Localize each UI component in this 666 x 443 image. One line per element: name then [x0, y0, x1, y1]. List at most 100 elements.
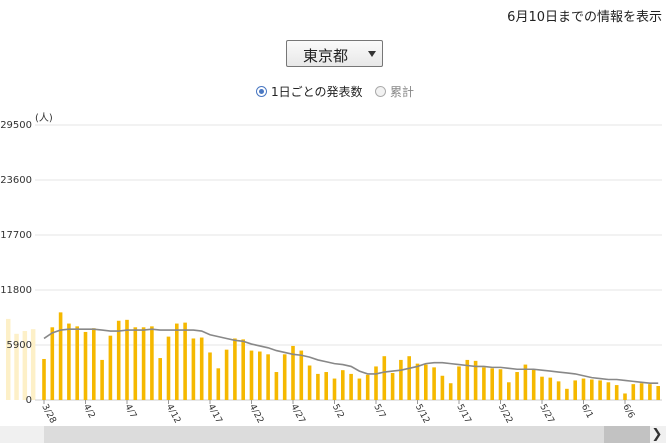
bar[interactable]: [158, 358, 162, 400]
x-tick-label: 4/17: [205, 403, 223, 426]
bar[interactable]: [183, 322, 187, 400]
bar[interactable]: [233, 338, 237, 400]
bar[interactable]: [357, 378, 362, 400]
x-tick-label: 5/22: [496, 403, 514, 426]
bar[interactable]: [531, 369, 536, 400]
x-tick-label: 4/22: [247, 403, 265, 426]
bar[interactable]: [448, 383, 453, 400]
bar[interactable]: [341, 370, 345, 400]
bar[interactable]: [67, 323, 71, 400]
bar[interactable]: [324, 372, 328, 400]
bar[interactable]: [274, 372, 279, 400]
bar[interactable]: [42, 358, 46, 400]
x-tick-label: 4/2: [81, 403, 97, 420]
x-tick-label: 4/12: [164, 403, 182, 426]
bar[interactable]: [556, 381, 561, 400]
bar[interactable]: [581, 378, 586, 400]
bar[interactable]: [282, 354, 287, 400]
bar[interactable]: [432, 367, 436, 400]
scroll-right-arrow-icon[interactable]: ❯: [650, 426, 664, 443]
bar[interactable]: [573, 380, 577, 400]
bar[interactable]: [133, 327, 138, 400]
x-tick-label: 6/1: [579, 403, 595, 420]
bar[interactable]: [83, 331, 88, 400]
y-tick-label: 29500: [0, 120, 32, 131]
bar[interactable]: [631, 384, 636, 400]
bar[interactable]: [175, 323, 179, 400]
bar[interactable]: [424, 364, 428, 400]
bar[interactable]: [299, 350, 304, 400]
bar[interactable]: [507, 382, 511, 400]
bar[interactable]: [58, 312, 63, 400]
faded-bars-layer: [6, 318, 36, 400]
bar[interactable]: [457, 366, 461, 400]
x-tick-label: 4/7: [122, 403, 138, 420]
bar[interactable]: [490, 368, 494, 400]
x-tick-label: 4/27: [288, 403, 306, 426]
bar[interactable]: [365, 374, 370, 400]
x-tick-label: 6/6: [620, 403, 636, 421]
x-tick-label: 5/27: [537, 403, 555, 426]
y-tick-label: 5900: [7, 340, 32, 351]
bar[interactable]: [540, 376, 544, 400]
bar[interactable]: [407, 356, 411, 400]
bar[interactable]: [108, 335, 113, 400]
bar[interactable]: [332, 378, 337, 400]
bar[interactable]: [515, 372, 519, 400]
bar[interactable]: [656, 386, 660, 400]
bar[interactable]: [648, 384, 652, 400]
bar[interactable]: [390, 372, 395, 400]
bar[interactable]: [440, 375, 445, 400]
gridlines-layer: [35, 124, 662, 401]
bar[interactable]: [191, 338, 196, 400]
bar[interactable]: [258, 351, 262, 400]
scrollbar-track[interactable]: [44, 426, 604, 443]
bar[interactable]: [141, 327, 146, 400]
bar[interactable]: [92, 328, 96, 400]
scrollbar-thumb[interactable]: [604, 426, 650, 443]
y-tick-label: 23600: [0, 175, 32, 186]
x-tick-label: 5/17: [454, 403, 472, 426]
bar[interactable]: [116, 320, 121, 400]
bar[interactable]: [548, 377, 553, 400]
bar[interactable]: [614, 385, 619, 400]
bar[interactable]: [307, 365, 312, 400]
bar[interactable]: [415, 363, 420, 400]
faded-bar: [6, 318, 11, 400]
bar[interactable]: [166, 336, 171, 400]
bar[interactable]: [598, 380, 602, 400]
bar[interactable]: [606, 382, 611, 400]
bar[interactable]: [565, 388, 569, 400]
bar[interactable]: [316, 373, 320, 400]
bar[interactable]: [199, 337, 204, 400]
x-tick-label: 5/2: [330, 403, 346, 420]
x-axis-ticks-layer: 3/28 4/2 4/7 4/12 4/17 4/22 4/27 5/2 5/7 5/12 5/17…: [39, 400, 636, 425]
bar[interactable]: [100, 359, 104, 400]
bar[interactable]: [216, 368, 221, 400]
bar[interactable]: [374, 366, 378, 400]
bar[interactable]: [639, 383, 644, 400]
bar[interactable]: [75, 326, 79, 400]
bar[interactable]: [208, 352, 212, 400]
bar[interactable]: [382, 356, 387, 400]
bar[interactable]: [623, 393, 627, 400]
bar[interactable]: [249, 350, 254, 400]
bar[interactable]: [125, 319, 129, 400]
bar[interactable]: [482, 367, 486, 400]
bar[interactable]: [498, 369, 503, 400]
bar[interactable]: [590, 379, 594, 400]
bar[interactable]: [266, 354, 270, 400]
x-tick-label: 5/12: [413, 403, 431, 426]
bar[interactable]: [224, 349, 229, 400]
y-tick-label: 0: [26, 395, 32, 406]
daily-cases-chart: 0 5900 11800 17700 23600 29500 3/28 4/2 4/7 4/12…: [0, 112, 662, 425]
y-unit-label: (人): [35, 112, 53, 124]
y-tick-label: 11800: [0, 285, 32, 296]
bars-layer: [42, 312, 660, 400]
bar[interactable]: [50, 327, 55, 400]
bar[interactable]: [241, 339, 245, 400]
chart-scrollbar[interactable]: ❯: [0, 426, 666, 443]
bar[interactable]: [399, 359, 403, 400]
bar[interactable]: [150, 326, 154, 400]
bar[interactable]: [349, 373, 353, 400]
